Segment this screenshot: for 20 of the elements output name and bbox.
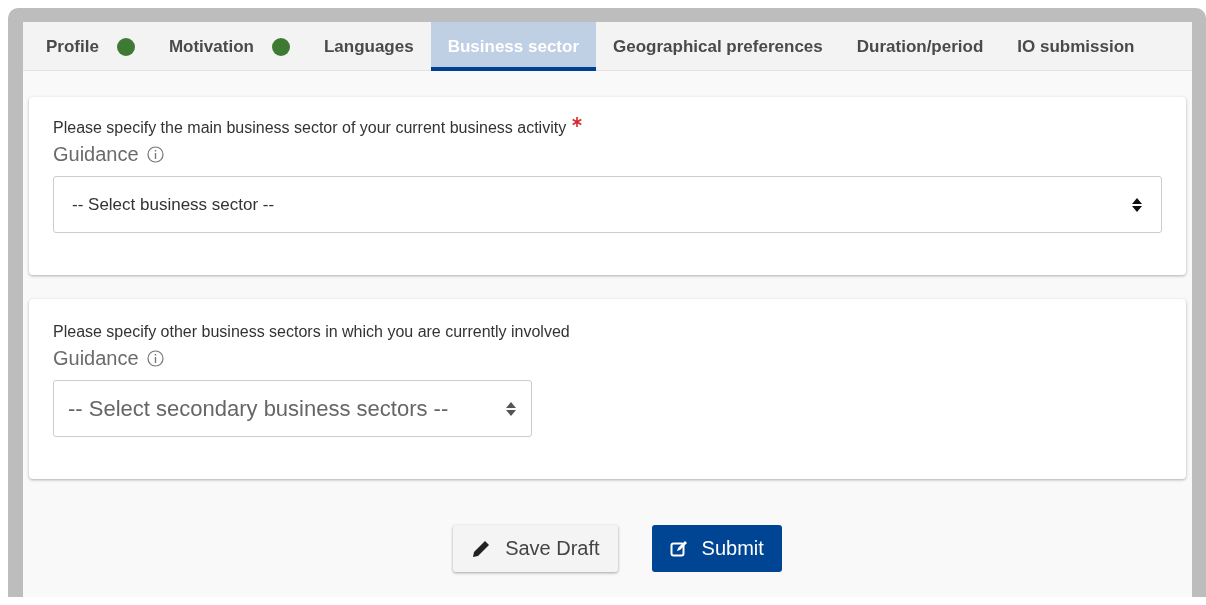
info-icon[interactable]	[146, 146, 164, 163]
guidance-link[interactable]: Guidance	[53, 347, 139, 370]
select-field[interactable]: -- Select business sector --	[53, 176, 1162, 233]
pencil-icon	[471, 538, 492, 559]
sort-caret-icon	[1131, 196, 1143, 213]
tab[interactable]: Profile	[29, 22, 152, 71]
select-field[interactable]: -- Select secondary business sectors --	[53, 380, 532, 437]
tab[interactable]: Languages	[306, 22, 431, 71]
question-label: Please specify other business sectors in which you are currently involved	[53, 323, 570, 340]
guidance-link[interactable]: Guidance	[53, 143, 139, 166]
save-draft-button[interactable]: Save Draft	[453, 525, 618, 572]
tab[interactable]: Duration/period	[839, 22, 1001, 71]
tab[interactable]: IO submission	[1000, 22, 1152, 71]
sort-caret-icon	[505, 400, 517, 417]
tab[interactable]: Motivation	[151, 22, 307, 71]
question-label: Please specify the main business sector of your current business activity	[53, 119, 567, 136]
submit-button[interactable]: Submit	[651, 525, 782, 572]
tab[interactable]: Geographical preferences	[596, 22, 840, 71]
info-icon[interactable]	[146, 350, 164, 367]
edit-icon	[669, 539, 688, 558]
